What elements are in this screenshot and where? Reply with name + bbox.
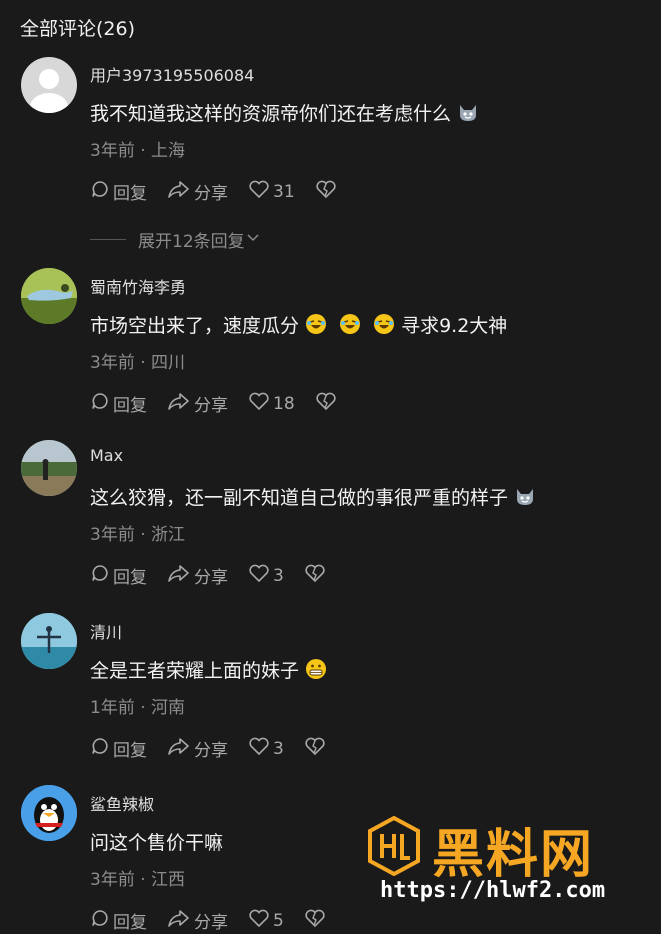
comment-meta: 3年前 · 江西 [90, 870, 186, 890]
dislike-button[interactable] [304, 736, 329, 761]
rolling-laugh-icon [339, 313, 361, 340]
reply-icon [90, 736, 113, 761]
heart-icon [248, 563, 273, 588]
hl-logo-icon [366, 815, 422, 880]
reply-icon [90, 908, 113, 933]
comment-text: 这么狡猾，还一副不知道自己做的事很严重的样子 [90, 483, 536, 512]
comment-actions: 回复 分享 3 [90, 563, 349, 588]
share-button[interactable]: 分享 [167, 391, 228, 416]
dislike-button[interactable] [315, 179, 340, 204]
share-icon [167, 179, 194, 204]
like-button[interactable]: 31 [248, 179, 295, 204]
comment-meta: 3年前 · 上海 [90, 141, 186, 161]
reply-button[interactable]: 回复 [90, 391, 147, 416]
comment-text: 市场空出来了，速度瓜分 寻求9.2大神 [90, 311, 507, 340]
watermark-name: 黑料网 [432, 825, 595, 885]
expand-replies-button[interactable]: 展开12条回复 [90, 227, 261, 252]
grimace-icon [305, 658, 327, 685]
comment-actions: 回复 分享 5 [90, 908, 349, 933]
rolling-laugh-icon [373, 313, 395, 340]
like-button[interactable]: 5 [248, 908, 284, 933]
cat-face-icon [457, 101, 479, 128]
broken-heart-icon [315, 179, 340, 204]
username[interactable]: 蜀南竹海李勇 [90, 274, 186, 298]
heart-icon [248, 391, 273, 416]
share-icon [167, 736, 194, 761]
like-button[interactable]: 18 [248, 391, 295, 416]
reply-icon [90, 179, 113, 204]
avatar[interactable] [21, 785, 77, 841]
reply-icon [90, 391, 113, 416]
share-icon [167, 391, 194, 416]
comment-actions: 回复 分享 3 [90, 736, 349, 761]
broken-heart-icon [304, 908, 329, 933]
reply-icon [90, 563, 113, 588]
username[interactable]: Max [90, 446, 123, 465]
username[interactable]: 清川 [90, 619, 122, 643]
share-button[interactable]: 分享 [167, 563, 228, 588]
avatar[interactable] [21, 613, 77, 669]
avatar[interactable] [21, 440, 77, 496]
avatar[interactable] [21, 268, 77, 324]
watermark-logo: 黑料网 https://hlwf2.com [366, 812, 636, 912]
heart-icon [248, 179, 273, 204]
watermark-url: https://hlwf2.com [380, 878, 606, 903]
dislike-button[interactable] [304, 908, 329, 933]
share-icon [167, 908, 194, 933]
comment-actions: 回复 分享 31 [90, 179, 360, 204]
reply-button[interactable]: 回复 [90, 736, 147, 761]
like-button[interactable]: 3 [248, 563, 284, 588]
comment-text: 我不知道我这样的资源帝你们还在考虑什么 [90, 99, 479, 128]
comment-meta: 3年前 · 四川 [90, 353, 186, 373]
share-button[interactable]: 分享 [167, 179, 228, 204]
reply-button[interactable]: 回复 [90, 908, 147, 933]
comment-text: 问这个售价干嘛 [90, 832, 224, 854]
share-button[interactable]: 分享 [167, 736, 228, 761]
broken-heart-icon [304, 736, 329, 761]
reply-button[interactable]: 回复 [90, 563, 147, 588]
username[interactable]: 鲨鱼辣椒 [90, 791, 154, 815]
avatar[interactable] [21, 57, 77, 113]
dislike-button[interactable] [315, 391, 340, 416]
comment-meta: 3年前 · 浙江 [90, 525, 186, 545]
comments-header: 全部评论(26) [20, 18, 136, 40]
comment-actions: 回复 分享 18 [90, 391, 360, 416]
rolling-laugh-icon [305, 313, 327, 340]
dislike-button[interactable] [304, 563, 329, 588]
comment-text: 全是王者荣耀上面的妹子 [90, 656, 327, 685]
like-button[interactable]: 3 [248, 736, 284, 761]
broken-heart-icon [304, 563, 329, 588]
heart-icon [248, 736, 273, 761]
chevron-down-icon [245, 230, 261, 250]
heart-icon [248, 908, 273, 933]
comment-meta: 1年前 · 河南 [90, 698, 186, 718]
reply-button[interactable]: 回复 [90, 179, 147, 204]
cat-face-icon [514, 485, 536, 512]
share-button[interactable]: 分享 [167, 908, 228, 933]
username[interactable]: 用户3973195506084 [90, 62, 254, 86]
divider [90, 239, 126, 240]
share-icon [167, 563, 194, 588]
broken-heart-icon [315, 391, 340, 416]
